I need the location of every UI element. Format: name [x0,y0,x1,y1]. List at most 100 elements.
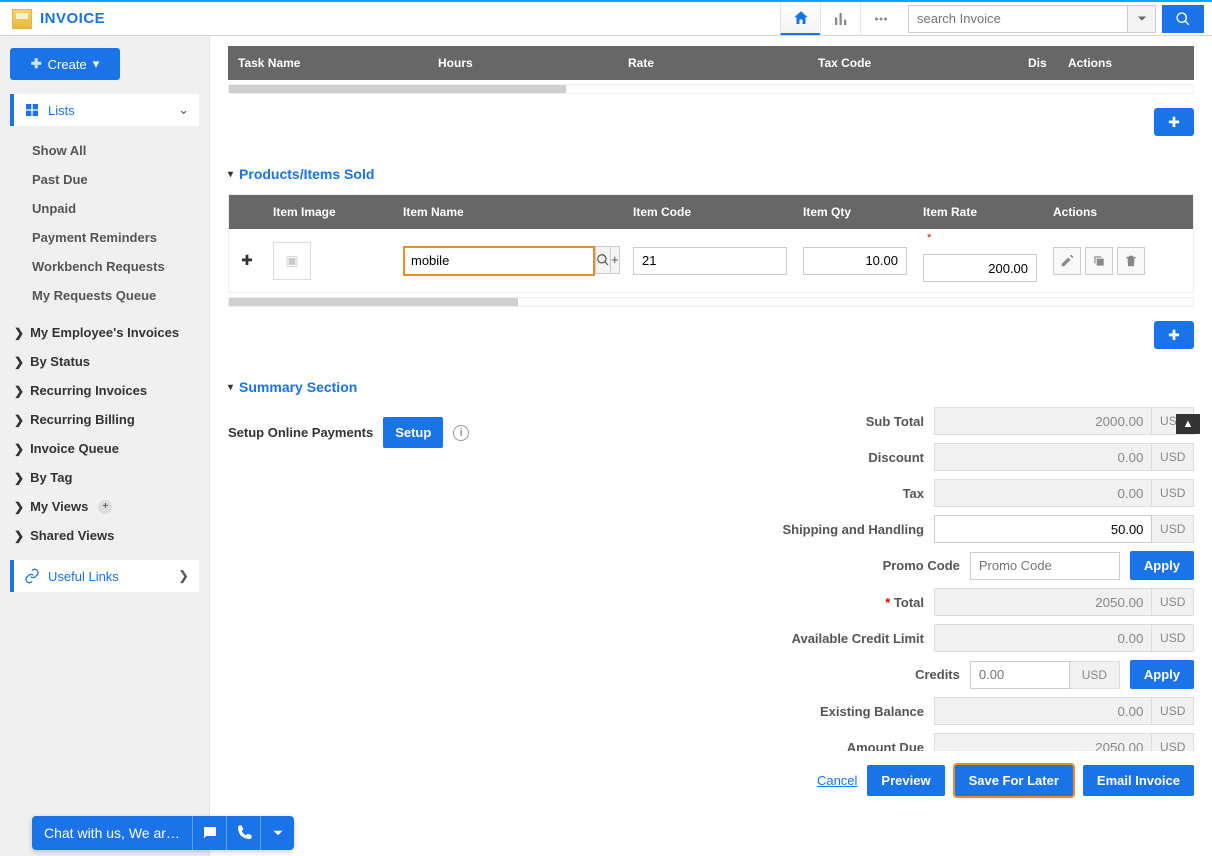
app-title: INVOICE [0,9,210,29]
plus-icon: ✚ [1168,114,1180,131]
create-button[interactable]: ✚ Create ▾ [10,48,120,80]
sidebar-item-show-all[interactable]: Show All [10,136,199,165]
add-task-button[interactable]: ✚ [1154,108,1194,136]
more-icon[interactable] [860,2,900,35]
item-add-button[interactable]: + [610,246,620,274]
sidebar-item-my-views[interactable]: ❯My Views+ [10,492,199,521]
apply-credits-button[interactable]: Apply [1130,660,1194,689]
chat-widget[interactable]: Chat with us, We are … [32,816,294,850]
chat-phone-icon[interactable] [226,816,260,850]
chevron-right-icon: ❯ [14,413,24,427]
summary-panel: Sub Total USD Discount USD Tax USD Shipp… [654,407,1194,769]
currency-label: USD [1152,624,1194,652]
col-tax-code: Tax Code [808,46,1018,80]
chat-collapse-icon[interactable] [260,816,294,850]
promo-code-input[interactable] [970,552,1120,580]
collapse-icon: ▾ [228,382,233,393]
item-code-input[interactable] [633,247,787,275]
required-indicator: * [927,232,931,244]
sidebar-item-invoice-queue[interactable]: ❯Invoice Queue [10,434,199,463]
add-row-icon[interactable]: ✚ [229,242,265,279]
row-copy-button[interactable] [1085,247,1113,275]
item-image-placeholder[interactable]: ▣ [273,242,311,280]
summary-section-toggle[interactable]: ▾ Summary Section [228,379,1194,395]
add-product-button[interactable]: ✚ [1154,321,1194,349]
apply-promo-button[interactable]: Apply [1130,551,1194,580]
save-for-later-button[interactable]: Save For Later [955,765,1073,796]
promo-label: Promo Code [654,558,970,573]
currency-label: USD [1152,479,1194,507]
search-wrap [908,5,1204,33]
email-invoice-button[interactable]: Email Invoice [1083,765,1194,796]
sidebar-panel-lists[interactable]: Lists ⌄ [10,94,199,126]
item-rate-input[interactable] [923,254,1037,282]
add-view-icon[interactable]: + [98,500,112,514]
sidebar-panel-useful-links[interactable]: Useful Links ❯ [10,560,199,592]
products-h-scrollbar[interactable] [228,297,1194,307]
currency-label: USD [1152,588,1194,616]
caret-down-icon: ▾ [93,56,100,72]
sidebar-item-payment-reminders[interactable]: Payment Reminders [10,223,199,252]
item-name-input[interactable] [405,248,593,274]
chevron-right-icon: ❯ [14,471,24,485]
search-dropdown-toggle[interactable] [1128,5,1156,33]
summary-section-title: Summary Section [239,379,357,395]
sidebar-item-by-status[interactable]: ❯By Status [10,347,199,376]
lists-sublist: Show All Past Due Unpaid Payment Reminde… [10,132,199,318]
col-rate: Rate [618,46,808,80]
products-table-header: Item Image Item Name Item Code Item Qty … [229,195,1193,229]
tasks-h-scrollbar[interactable] [228,84,1194,94]
discount-value [934,443,1152,471]
sub-total-label: Sub Total [654,414,934,429]
discount-label: Discount [654,450,934,465]
col-item-image: Item Image [265,195,395,229]
chat-message-icon[interactable] [192,816,226,850]
sidebar-item-workbench-requests[interactable]: Workbench Requests [10,252,199,281]
total-label: * Total [654,595,934,610]
chevron-right-icon: ❯ [14,355,24,369]
tasks-table-header: Task Name Hours Rate Tax Code Dis Action… [228,46,1194,80]
preview-button[interactable]: Preview [867,765,944,796]
existing-balance-value [934,697,1152,725]
item-qty-input[interactable] [803,247,907,275]
search-input[interactable] [908,5,1128,33]
collapse-icon: ▾ [228,169,233,180]
sidebar-item-by-tag[interactable]: ❯By Tag [10,463,199,492]
chevron-right-icon: ❯ [14,500,24,514]
col-actions: Actions [1058,46,1194,80]
col-hours: Hours [428,46,618,80]
setup-button[interactable]: Setup [383,417,443,448]
col-item-name: Item Name [395,195,625,229]
chevron-right-icon: ❯ [14,326,24,340]
useful-links-label: Useful Links [48,569,119,584]
products-section-toggle[interactable]: ▾ Products/Items Sold [228,166,1194,182]
item-lookup-button[interactable] [595,246,611,274]
sidebar-item-unpaid[interactable]: Unpaid [10,194,199,223]
products-section-title: Products/Items Sold [239,166,374,182]
col-item-rate: Item Rate [915,195,1045,229]
setup-payments-row: Setup Online Payments Setup i [228,417,469,448]
scroll-to-top-button[interactable]: ▲ [1176,414,1200,434]
chevron-right-icon: ❯ [14,529,24,543]
sidebar-item-employee-invoices[interactable]: ❯My Employee's Invoices [10,318,199,347]
plus-icon: ✚ [31,56,42,72]
search-button[interactable] [1162,5,1204,33]
main-content: Task Name Hours Rate Tax Code Dis Action… [210,36,1212,856]
chevron-right-icon: ❯ [14,442,24,456]
row-edit-button[interactable] [1053,247,1081,275]
home-icon[interactable] [780,2,820,35]
currency-label: USD [1152,697,1194,725]
shipping-input[interactable] [934,515,1152,543]
sidebar-item-recurring-invoices[interactable]: ❯Recurring Invoices [10,376,199,405]
cancel-link[interactable]: Cancel [817,773,857,788]
sidebar-item-my-requests-queue[interactable]: My Requests Queue [10,281,199,310]
analytics-icon[interactable] [820,2,860,35]
col-item-code: Item Code [625,195,795,229]
chevron-down-icon: ⌄ [178,102,189,118]
sidebar-item-recurring-billing[interactable]: ❯Recurring Billing [10,405,199,434]
sidebar-item-past-due[interactable]: Past Due [10,165,199,194]
credits-input[interactable] [970,661,1070,689]
sidebar-item-shared-views[interactable]: ❯Shared Views [10,521,199,550]
row-delete-button[interactable] [1117,247,1145,275]
info-icon[interactable]: i [453,425,469,441]
